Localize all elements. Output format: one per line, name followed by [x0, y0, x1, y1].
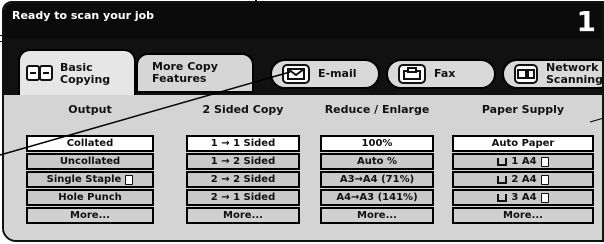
tab-basic-copying-label: Basic Copying	[60, 61, 111, 86]
basic-copying-options: Output Collated Uncollated Single Staple…	[4, 95, 602, 240]
two-sided-more-button[interactable]: More...	[186, 207, 300, 224]
paper-tray-icon	[497, 175, 508, 184]
document-icon	[540, 174, 549, 185]
paper-option-tray-3[interactable]: 3 A4	[452, 189, 594, 206]
tab-network-scanning[interactable]: Network Scanning	[502, 59, 604, 89]
two-sided-option-2-2[interactable]: 2 → 2 Sided	[186, 171, 300, 188]
paper-supply-column: Paper Supply Auto Paper 1 A4 2 A4 3 A4 M…	[452, 95, 594, 240]
tab-network-scanning-label: Network Scanning	[546, 61, 604, 86]
output-option-single-staple[interactable]: Single Staple	[26, 171, 154, 188]
reduce-option-a4-a3[interactable]: A4→A3 (141%)	[320, 189, 434, 206]
reduce-enlarge-column: Reduce / Enlarge 100% Auto % A3→A4 (71%)…	[320, 95, 434, 240]
reduce-enlarge-title: Reduce / Enlarge	[324, 103, 430, 116]
reduce-option-100[interactable]: 100%	[320, 135, 434, 152]
feature-tab-strip: Basic Copying More Copy Features E-mail	[4, 39, 604, 97]
paper-more-button[interactable]: More...	[452, 207, 594, 224]
output-option-hole-punch[interactable]: Hole Punch	[26, 189, 154, 206]
output-column: Output Collated Uncollated Single Staple…	[26, 95, 154, 240]
two-sided-title: 2 Sided Copy	[202, 103, 284, 116]
tab-fax-label: Fax	[434, 67, 456, 80]
paper-option-tray-1[interactable]: 1 A4	[452, 153, 594, 170]
reduce-more-button[interactable]: More...	[320, 207, 434, 224]
fax-icon	[398, 64, 426, 84]
paper-tray-icon	[497, 193, 508, 202]
email-scan-icon	[282, 64, 310, 84]
paper-option-tray-2[interactable]: 2 A4	[452, 171, 594, 188]
tab-more-copy-features[interactable]: More Copy Features	[136, 53, 254, 93]
two-sided-option-2-1[interactable]: 2 → 1 Sided	[186, 189, 300, 206]
tab-fax[interactable]: Fax	[386, 59, 496, 89]
paper-supply-title: Paper Supply	[481, 103, 565, 116]
paper-tray-icon	[497, 157, 508, 166]
reduce-option-a3-a4[interactable]: A3→A4 (71%)	[320, 171, 434, 188]
document-icon	[540, 192, 549, 203]
tab-basic-copying[interactable]: Basic Copying	[18, 49, 136, 97]
paper-option-auto[interactable]: Auto Paper	[452, 135, 594, 152]
two-sided-option-1-2[interactable]: 1 → 2 Sided	[186, 153, 300, 170]
copier-control-panel: Ready to scan your job 1 Basic Copying M…	[2, 1, 604, 242]
status-bar: Ready to scan your job 1	[4, 3, 602, 39]
document-icon	[125, 174, 134, 185]
output-option-uncollated[interactable]: Uncollated	[26, 153, 154, 170]
output-option-collated[interactable]: Collated	[26, 135, 154, 152]
output-title: Output	[68, 103, 112, 116]
two-sided-option-1-1[interactable]: 1 → 1 Sided	[186, 135, 300, 152]
two-sided-column: 2 Sided Copy 1 → 1 Sided 1 → 2 Sided 2 →…	[186, 95, 300, 240]
tab-email-label: E-mail	[318, 67, 357, 80]
network-scan-icon	[514, 64, 538, 84]
document-icon	[540, 156, 549, 167]
tab-more-copy-features-label: More Copy Features	[152, 60, 218, 85]
output-more-button[interactable]: More...	[26, 207, 154, 224]
copier-icon	[26, 63, 54, 86]
copy-quantity: 1	[576, 5, 596, 38]
status-message: Ready to scan your job	[12, 9, 155, 22]
tab-email[interactable]: E-mail	[270, 59, 380, 89]
reduce-option-auto[interactable]: Auto %	[320, 153, 434, 170]
